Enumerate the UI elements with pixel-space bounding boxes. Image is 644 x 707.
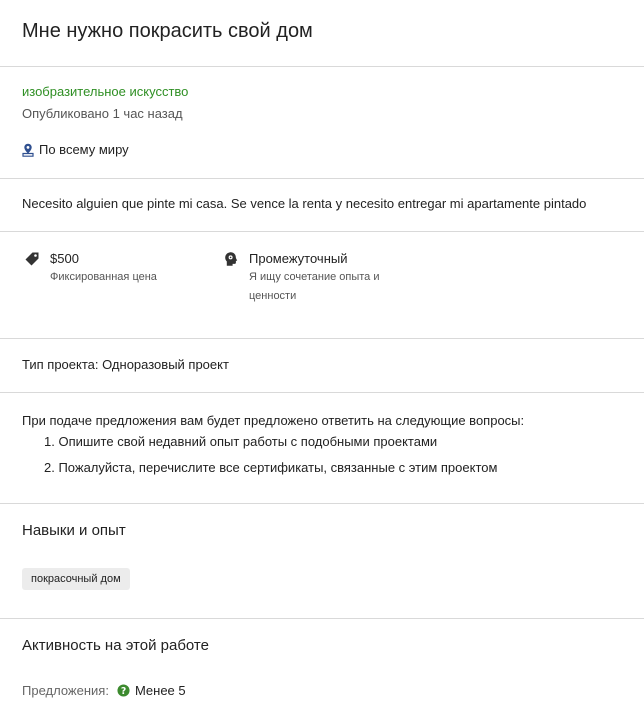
- head-brain-icon: [225, 252, 238, 266]
- job-description: Necesito alguien que pinte mi casa. Se v…: [22, 196, 587, 211]
- activity-section: Активность на этой работе Предложения: ?…: [0, 619, 644, 707]
- svg-text:?: ?: [121, 686, 126, 697]
- title-section: Мне нужно покрасить свой дом: [0, 0, 644, 67]
- level-feature: Промежуточный Я ищу сочетание опыта и це…: [223, 250, 380, 306]
- features-section: $500 Фиксированная цена Промежуточный Я …: [0, 232, 644, 339]
- proposals-label: Предложения:: [22, 683, 109, 698]
- location-pin-icon: [22, 143, 34, 157]
- activity-heading: Активность на этой работе: [22, 637, 209, 654]
- questions-intro: При подаче предложения вам будет предлож…: [22, 413, 525, 428]
- proposals-value: Менее 5: [134, 683, 186, 698]
- level-value: Промежуточный: [249, 251, 348, 266]
- proposals-row: Предложения: ? Менее 5: [22, 683, 186, 698]
- posted-time: Опубликовано 1 час назад: [22, 106, 183, 121]
- price-feature: $500 Фиксированная цена: [24, 250, 157, 287]
- price-value: $500: [50, 251, 79, 266]
- question-circle-icon[interactable]: ?: [117, 684, 130, 697]
- job-title: Мне нужно покрасить свой дом: [22, 20, 313, 42]
- description-section: Necesito alguien que pinte mi casa. Se v…: [0, 179, 644, 232]
- location-label: По всему миру: [39, 142, 129, 157]
- skill-chip[interactable]: покрасочный дом: [22, 568, 130, 590]
- project-type-section: Тип проекта: Одноразовый проект: [0, 339, 644, 393]
- skills-heading: Навыки и опыт: [22, 522, 126, 539]
- questions-section: При подаче предложения вам будет предлож…: [0, 393, 644, 504]
- skills-section: Навыки и опыт покрасочный дом: [0, 504, 644, 619]
- question-item: 1. Опишите свой недавний опыт работы с п…: [44, 434, 438, 449]
- level-label-line2: ценности: [249, 290, 297, 302]
- level-label-line1: Я ищу сочетание опыта и: [249, 271, 380, 283]
- project-type: Тип проекта: Одноразовый проект: [22, 357, 229, 372]
- price-label: Фиксированная цена: [50, 271, 157, 283]
- category-link[interactable]: изобразительное искусство: [22, 84, 188, 99]
- price-tag-icon: [25, 252, 39, 266]
- job-meta-section: изобразительное искусство Опубликовано 1…: [0, 67, 644, 179]
- location: По всему миру: [22, 142, 129, 157]
- question-item: 2. Пожалуйста, перечислите все сертифика…: [44, 460, 498, 475]
